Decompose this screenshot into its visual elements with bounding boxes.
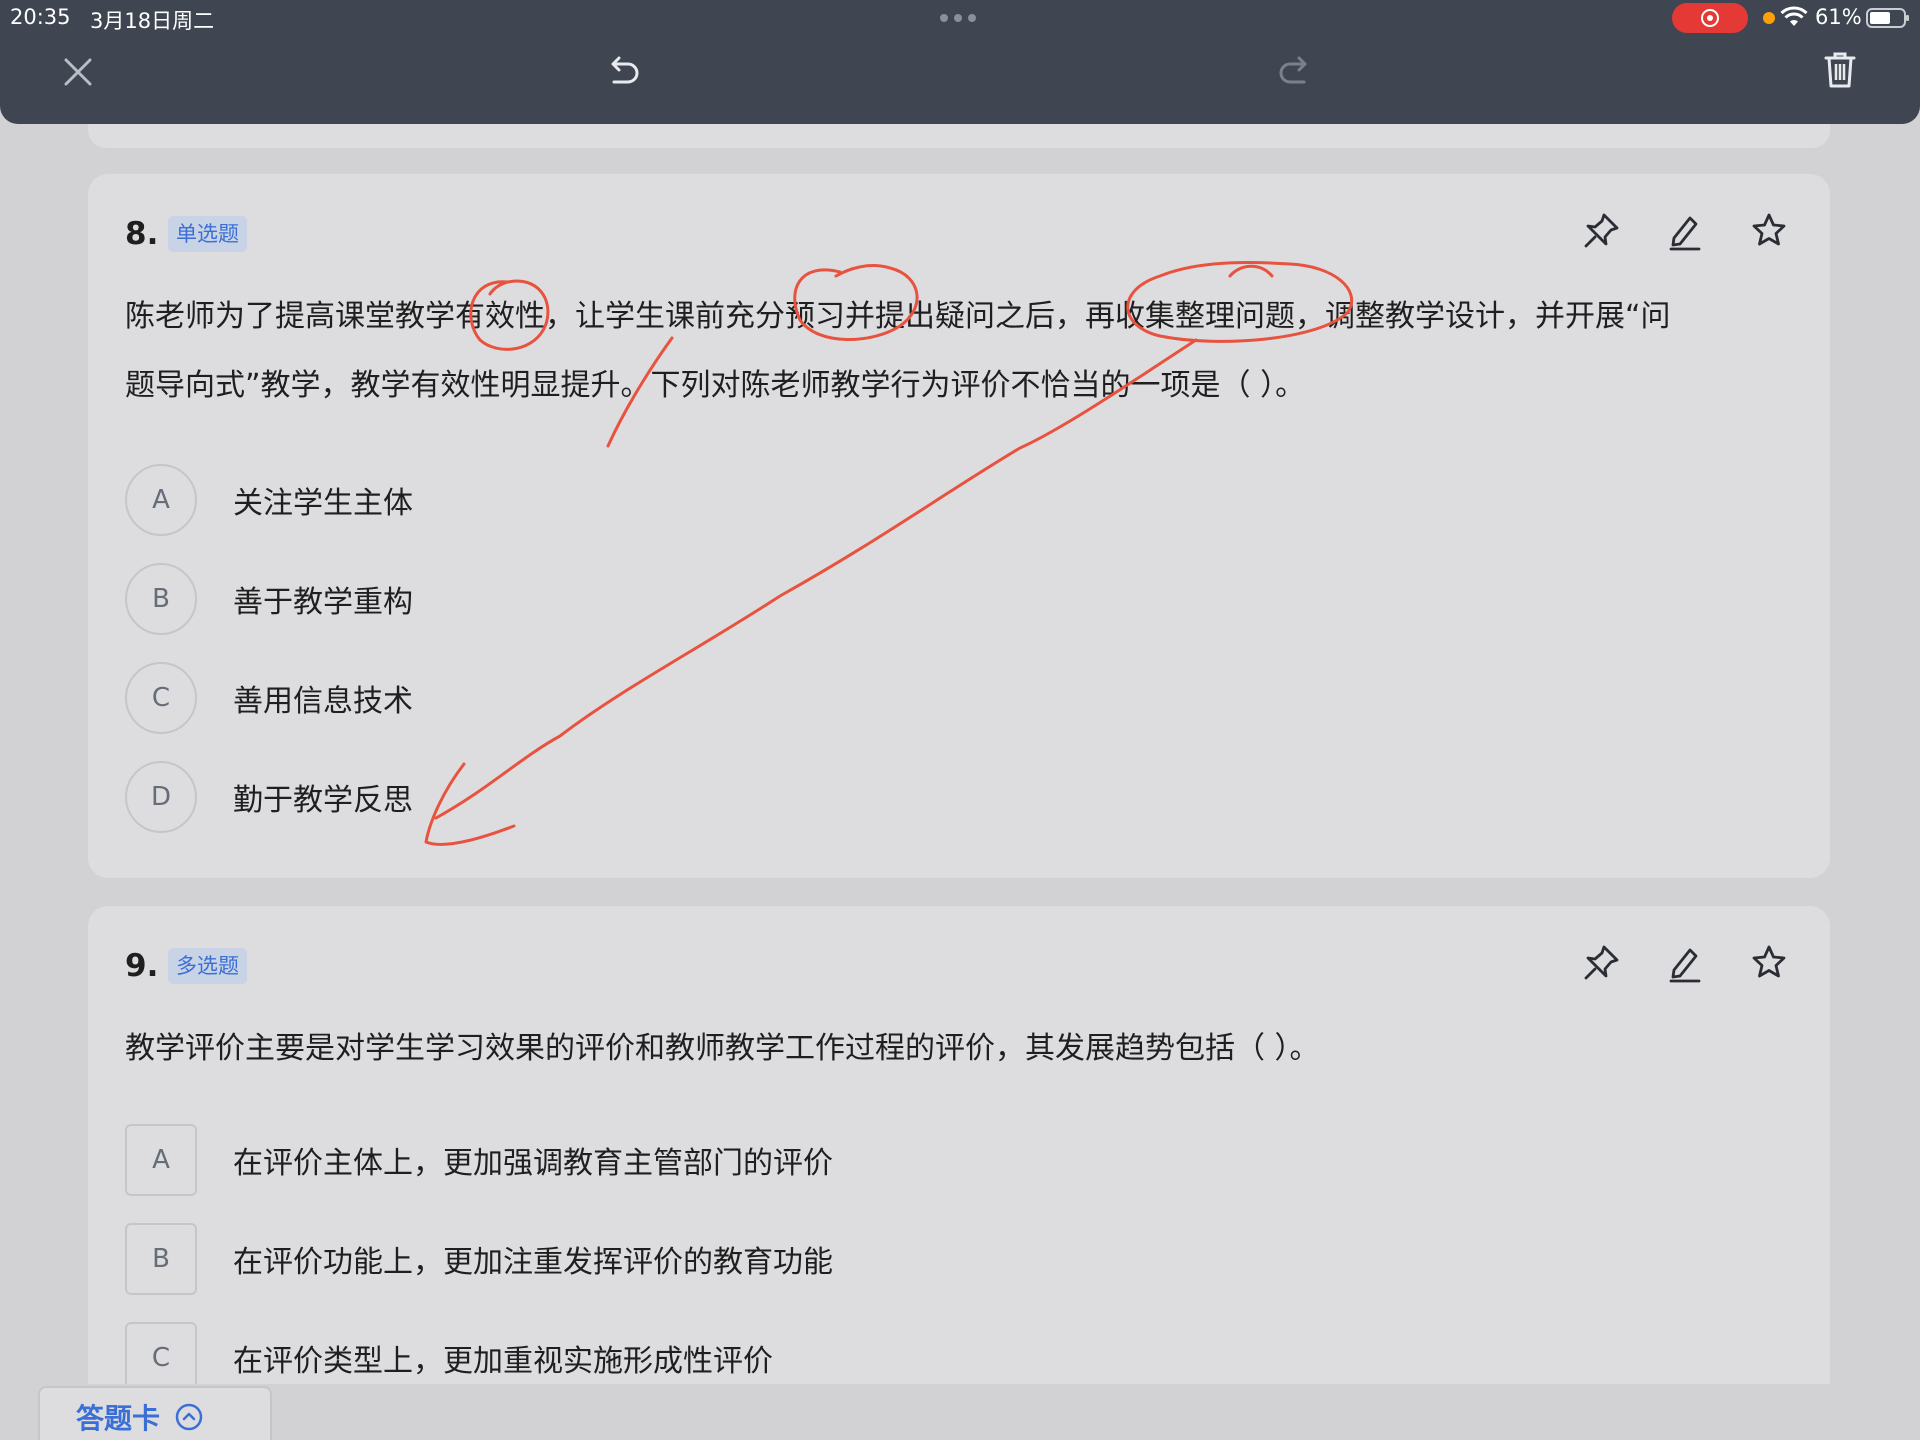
edit-note-icon[interactable] [1664, 210, 1706, 252]
screen-recording-indicator[interactable] [1672, 3, 1748, 33]
option-a[interactable]: A 关注学生主体 [125, 464, 413, 536]
question-text: 教学评价主要是对学生学习效果的评价和教师教学工作过程的评价，其发展趋势包括（ ）… [125, 1014, 1805, 1083]
battery-percentage: 61% [1815, 5, 1862, 29]
option-letter: A [125, 1124, 197, 1196]
question-text-line: 陈老师为了提高课堂教学有效性，让学生课前充分预习并提出疑问之后，再收集整理问题，… [125, 299, 1671, 334]
undo-icon[interactable] [602, 50, 646, 94]
option-text: 在评价类型上，更加重视实施形成性评价 [233, 1344, 773, 1379]
option-letter: C [125, 662, 197, 734]
status-time: 20:35 [10, 5, 71, 29]
wifi-icon [1780, 6, 1808, 26]
question-text-line: 题导向式”教学，教学有效性明显提升。下列对陈老师教学行为评价不恰当的一项是（ ）… [125, 368, 1306, 403]
status-date: 3月18日周二 [90, 9, 215, 33]
option-d[interactable]: D 勤于教学反思 [125, 761, 413, 833]
option-c[interactable]: C 善用信息技术 [125, 662, 413, 734]
chevron-up-circle-icon [175, 1403, 203, 1431]
question-type-badge: 单选题 [168, 216, 247, 252]
star-favorite-icon[interactable] [1748, 942, 1790, 984]
answer-card-button[interactable]: 答题卡 [38, 1386, 272, 1440]
pin-icon[interactable] [1580, 942, 1622, 984]
record-icon [1701, 9, 1719, 27]
trash-icon[interactable] [1818, 48, 1862, 92]
option-text: 关注学生主体 [233, 486, 413, 521]
pin-icon[interactable] [1580, 210, 1622, 252]
question-number: 9. [125, 948, 159, 984]
close-icon[interactable] [56, 50, 100, 94]
question-card-9: 9. 多选题 教学评价主要是对学生学习效果的评价和教师教学工作过程的评价，其发展… [88, 906, 1830, 1426]
option-text: 在评价功能上，更加注重发挥评价的教育功能 [233, 1245, 833, 1280]
option-b[interactable]: B 善于教学重构 [125, 563, 413, 635]
option-text: 在评价主体上，更加强调教育主管部门的评价 [233, 1146, 833, 1181]
mic-in-use-indicator [1763, 12, 1775, 24]
option-text: 善用信息技术 [233, 684, 413, 719]
redo-icon[interactable] [1272, 50, 1316, 94]
question-card-8: 8. 单选题 陈老师为了提高课堂教学有效性，让学生课前充分预习并提出疑问之后，再… [88, 174, 1830, 878]
option-b[interactable]: B 在评价功能上，更加注重发挥评价的教育功能 [125, 1223, 833, 1295]
question-number: 8. [125, 216, 159, 252]
option-letter: B [125, 563, 197, 635]
option-a[interactable]: A 在评价主体上，更加强调教育主管部门的评价 [125, 1124, 833, 1196]
star-favorite-icon[interactable] [1748, 210, 1790, 252]
edit-note-icon[interactable] [1664, 942, 1706, 984]
battery-icon [1866, 8, 1909, 28]
question-type-badge: 多选题 [168, 948, 247, 984]
option-text: 善于教学重构 [233, 585, 413, 620]
top-toolbar: 20:35 3月18日周二 61% [0, 0, 1920, 124]
answer-card-label: 答题卡 [76, 1402, 161, 1435]
bottom-bar [0, 1384, 1920, 1440]
question-text-line: 教学评价主要是对学生学习效果的评价和教师教学工作过程的评价，其发展趋势包括（ ）… [125, 1031, 1320, 1066]
multitasking-dots-icon[interactable] [940, 14, 976, 22]
option-letter: D [125, 761, 197, 833]
option-text: 勤于教学反思 [233, 783, 413, 818]
option-letter: A [125, 464, 197, 536]
option-letter: B [125, 1223, 197, 1295]
question-text: 陈老师为了提高课堂教学有效性，让学生课前充分预习并提出疑问之后，再收集整理问题，… [125, 282, 1805, 420]
